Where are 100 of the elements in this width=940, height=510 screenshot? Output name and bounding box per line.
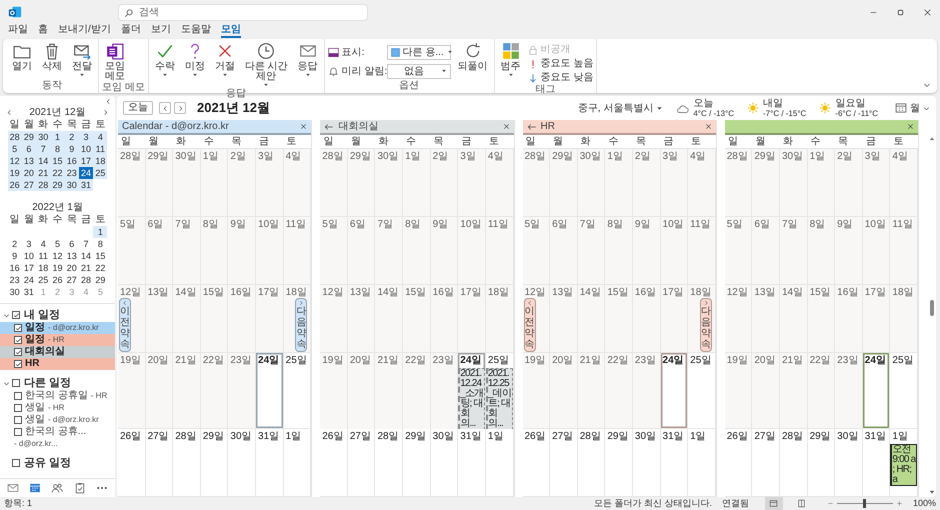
day-cell[interactable]: 18일 bbox=[486, 284, 514, 353]
date-cell[interactable]: 29 bbox=[93, 274, 108, 286]
day-cell[interactable]: 8일 bbox=[605, 216, 633, 285]
appointment[interactable]: 2021.12.25_데이트; 대회의... bbox=[486, 368, 512, 430]
date-cell[interactable]: 29 bbox=[50, 179, 65, 191]
day-cell[interactable]: 23일 bbox=[430, 352, 458, 431]
ribbon-button[interactable]: 모임 메모 bbox=[102, 42, 128, 82]
menu-tab[interactable]: 보내기/받기 bbox=[58, 24, 111, 38]
location-dropdown[interactable]: 중구, 서울특별시 bbox=[578, 100, 664, 116]
day-cell[interactable]: 2일 bbox=[835, 149, 863, 217]
ribbon-button[interactable]: 중요도 높음 bbox=[528, 57, 594, 70]
folder-group-label[interactable]: 다른 일정 bbox=[24, 376, 72, 390]
close-icon[interactable] bbox=[923, 8, 932, 16]
date-cell[interactable]: 29 bbox=[22, 131, 36, 143]
day-cell[interactable]: 10일 bbox=[256, 216, 284, 285]
date-cell[interactable]: 12 bbox=[50, 250, 65, 262]
menu-tab[interactable]: 도움말 bbox=[180, 24, 211, 38]
day-cell[interactable]: 5일 bbox=[320, 216, 348, 285]
day-cell[interactable]: 21일 bbox=[173, 352, 201, 430]
date-cell[interactable]: 24 bbox=[78, 167, 94, 179]
checkbox[interactable] bbox=[14, 336, 22, 344]
day-cell[interactable]: 17일 bbox=[256, 284, 284, 353]
day-cell[interactable]: 3일 bbox=[660, 149, 688, 217]
next-button[interactable] bbox=[174, 102, 186, 114]
day-cell[interactable]: 23일 bbox=[228, 352, 256, 430]
day-cell[interactable]: 24일 bbox=[660, 352, 688, 430]
day-cell[interactable]: 10일 bbox=[458, 216, 486, 285]
day-cell[interactable]: 9일 bbox=[632, 216, 661, 285]
day-cell[interactable]: 3일 bbox=[458, 149, 486, 217]
day-cell[interactable]: 8일 bbox=[403, 216, 431, 285]
date-cell[interactable]: 12 bbox=[8, 155, 22, 167]
day-cell[interactable]: 29일 bbox=[200, 429, 228, 497]
day-cell[interactable]: 20일 bbox=[146, 352, 174, 430]
day-cell[interactable]: 17일 bbox=[458, 284, 486, 353]
day-cell[interactable]: 28일 bbox=[780, 429, 808, 497]
day-cell[interactable]: 14일 bbox=[173, 284, 201, 353]
day-cell[interactable]: 1일 bbox=[808, 149, 836, 217]
checkbox[interactable] bbox=[14, 428, 22, 436]
date-cell[interactable]: 25 bbox=[36, 274, 50, 286]
day-cell[interactable]: 24일 bbox=[862, 352, 890, 430]
ribbon-button[interactable]: 전달 bbox=[69, 42, 95, 78]
day-cell[interactable]: 13일 bbox=[348, 284, 376, 353]
day-cell[interactable]: 4일 bbox=[688, 149, 716, 217]
day-cell[interactable]: 28일 bbox=[173, 429, 201, 497]
date-cell[interactable]: 22 bbox=[93, 262, 108, 274]
close-icon[interactable] bbox=[300, 123, 308, 130]
day-cell[interactable]: 19일 bbox=[118, 352, 146, 430]
calendar-name[interactable]: HR bbox=[25, 358, 40, 370]
day-cell[interactable]: 30일 bbox=[578, 149, 606, 217]
day-cell[interactable]: 1일 bbox=[605, 149, 633, 217]
day-cell[interactable]: 28일 bbox=[578, 429, 606, 497]
checkbox[interactable] bbox=[14, 360, 22, 368]
day-cell[interactable]: 30일 bbox=[632, 429, 661, 497]
day-cell[interactable]: 30일 bbox=[835, 429, 863, 497]
date-cell[interactable]: 27 bbox=[64, 274, 79, 286]
clipboard-check-icon[interactable] bbox=[74, 482, 86, 494]
date-cell[interactable]: 4 bbox=[93, 131, 108, 143]
checkbox[interactable] bbox=[12, 459, 20, 467]
day-cell[interactable]: 5일 bbox=[724, 216, 752, 285]
date-cell[interactable]: 10 bbox=[22, 250, 36, 262]
dropdown-field[interactable]: 다른 용... bbox=[386, 44, 451, 60]
date-cell[interactable]: 22 bbox=[50, 167, 65, 179]
day-cell[interactable]: 26일 bbox=[522, 429, 550, 497]
ribbon-button[interactable]: 중요도 낮음 bbox=[528, 71, 594, 84]
close-icon[interactable] bbox=[907, 123, 914, 130]
date-cell[interactable]: 28 bbox=[8, 131, 22, 143]
ribbon-button[interactable]: 미정 bbox=[182, 42, 208, 78]
day-cell[interactable]: 6일 bbox=[146, 216, 174, 285]
day-cell[interactable]: 1일 bbox=[486, 429, 514, 497]
day-cell[interactable]: 21일 bbox=[375, 352, 404, 431]
day-cell[interactable]: 9일 bbox=[228, 216, 256, 285]
day-cell[interactable]: 27일 bbox=[550, 429, 578, 497]
day-cell[interactable]: 10일 bbox=[660, 216, 688, 285]
day-cell[interactable]: 19일 bbox=[522, 352, 550, 430]
close-icon[interactable] bbox=[502, 123, 510, 130]
day-cell[interactable]: 30일 bbox=[228, 429, 256, 497]
date-cell[interactable]: 24 bbox=[22, 274, 36, 286]
day-cell[interactable]: 29일 bbox=[403, 429, 431, 497]
checkbox[interactable] bbox=[14, 392, 22, 400]
day-cell[interactable]: 7일 bbox=[578, 216, 606, 285]
date-cell[interactable]: 15 bbox=[93, 250, 108, 262]
day-cell[interactable]: 7일 bbox=[173, 216, 201, 285]
ribbon-button[interactable]: 삭제 bbox=[39, 42, 65, 72]
day-cell[interactable]: 3일 bbox=[256, 149, 284, 217]
ribbon-button[interactable]: 다른 시간 제안 bbox=[242, 42, 291, 88]
date-cell[interactable]: 3 bbox=[78, 131, 94, 143]
day-cell[interactable]: 26일 bbox=[320, 429, 348, 497]
day-cell[interactable]: 1일 bbox=[200, 149, 228, 217]
folder-item[interactable]: 대회의실 bbox=[0, 346, 115, 358]
day-cell[interactable]: 7일 bbox=[375, 216, 404, 285]
date-cell[interactable]: 31 bbox=[78, 179, 94, 191]
date-cell[interactable]: 5 bbox=[8, 143, 22, 155]
date-cell[interactable]: 20 bbox=[22, 167, 36, 179]
checkbox[interactable] bbox=[14, 348, 22, 356]
calendar-name[interactable]: 대회의실 bbox=[25, 346, 65, 358]
day-cell[interactable]: 28일 bbox=[724, 149, 752, 217]
day-cell[interactable]: 27일 bbox=[752, 429, 780, 497]
calendar-icon[interactable] bbox=[29, 482, 42, 494]
day-cell[interactable]: 1일 bbox=[403, 149, 431, 217]
previous-icon[interactable] bbox=[6, 109, 13, 116]
